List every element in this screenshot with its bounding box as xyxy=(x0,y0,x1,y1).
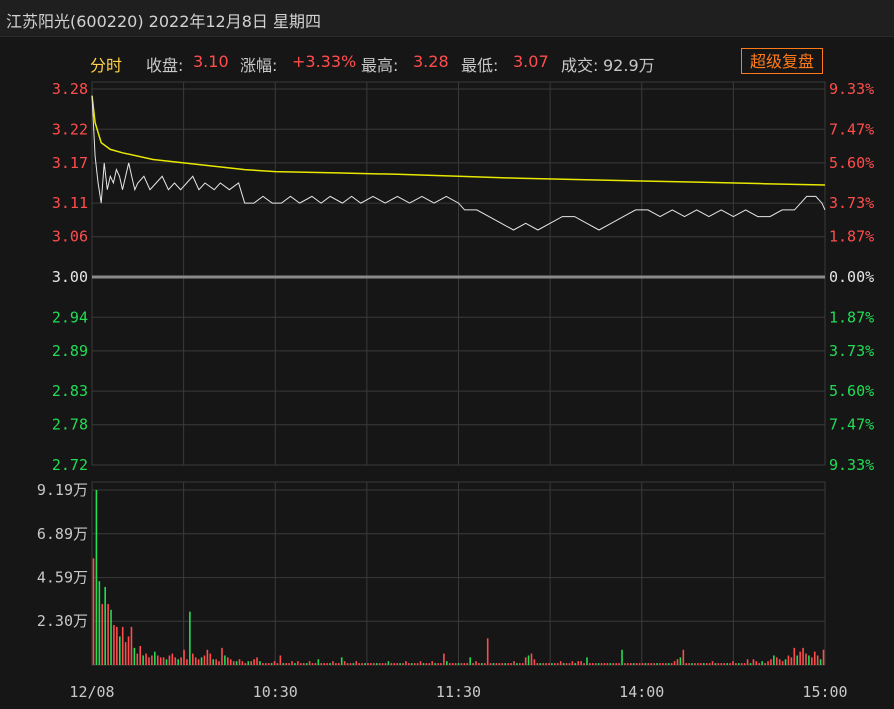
price-tick-label: 3.22 xyxy=(52,120,88,138)
price-tick-label: 2.78 xyxy=(52,416,88,434)
time-tick-label: 10:30 xyxy=(253,683,298,701)
percent-tick-label: 7.47% xyxy=(829,416,874,434)
price-tick-label: 3.00 xyxy=(52,268,88,286)
percent-tick-label: 5.60% xyxy=(829,154,874,172)
chart-canvas: 3.28 3.22 3.17 3.11 3.06 3.00 2.94 2.89 2.83 2.78… xyxy=(37,80,874,701)
volume-tick-label: 9.19万 xyxy=(37,481,88,499)
percent-tick-label: 3.73% xyxy=(829,194,874,212)
price-tick-label: 2.94 xyxy=(52,308,88,326)
percent-tick-label: 9.33% xyxy=(829,456,874,474)
time-tick-label: 15:00 xyxy=(802,683,847,701)
volume-axis-labels: 9.19万 6.89万 4.59万 2.30万 xyxy=(37,481,88,630)
percent-tick-label: 9.33% xyxy=(829,80,874,98)
price-tick-label: 3.06 xyxy=(52,228,88,246)
percent-tick-label: 7.47% xyxy=(829,120,874,138)
volume-tick-label: 2.30万 xyxy=(37,612,88,630)
time-tick-label: 11:30 xyxy=(436,683,481,701)
volume-tick-label: 4.59万 xyxy=(37,569,88,587)
percent-tick-label: 5.60% xyxy=(829,382,874,400)
time-tick-label: 14:00 xyxy=(619,683,664,701)
intraday-chart-window: 江苏阳光(600220) 2022年12月8日 星期四 分时 收盘: 3.10 … xyxy=(0,0,894,709)
percent-tick-label: 1.87% xyxy=(829,228,874,246)
percent-tick-label: 3.73% xyxy=(829,342,874,360)
price-tick-label: 2.72 xyxy=(52,456,88,474)
price-axis-labels: 3.28 3.22 3.17 3.11 3.06 3.00 2.94 2.89 2.83 2.78… xyxy=(52,80,88,474)
time-axis-labels: 12/08 10:30 11:30 14:00 15:00 xyxy=(69,683,847,701)
price-tick-label: 2.89 xyxy=(52,342,88,360)
percent-axis-labels: 9.33% 7.47% 5.60% 3.73% 1.87% 0.00% 1.87% 3.73%… xyxy=(829,80,874,474)
price-tick-label: 3.17 xyxy=(52,154,88,172)
percent-tick-label: 0.00% xyxy=(829,268,874,286)
price-tick-label: 3.28 xyxy=(52,80,88,98)
volume-tick-label: 6.89万 xyxy=(37,525,88,543)
price-tick-label: 3.11 xyxy=(52,194,88,212)
time-tick-label: 12/08 xyxy=(69,683,114,701)
price-tick-label: 2.83 xyxy=(52,382,88,400)
percent-tick-label: 1.87% xyxy=(829,308,874,326)
